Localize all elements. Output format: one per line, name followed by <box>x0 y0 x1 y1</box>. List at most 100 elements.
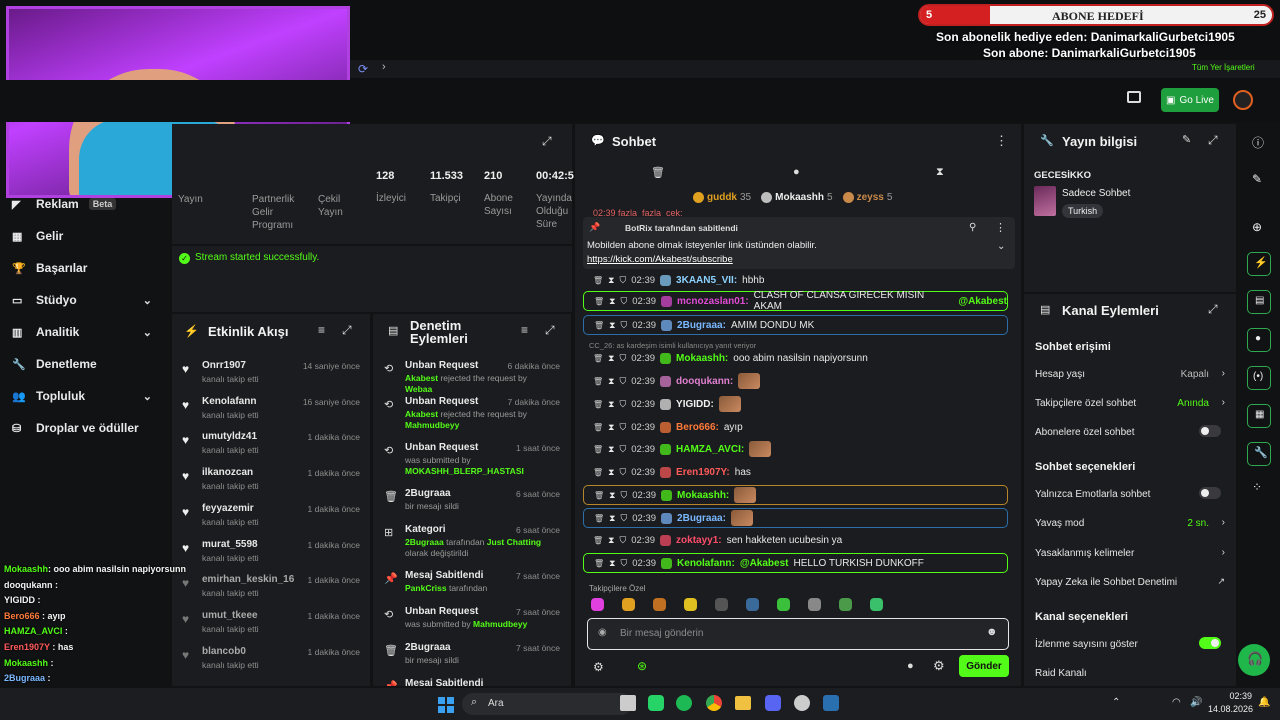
chat-username[interactable]: mcnozaslan01: <box>677 296 749 307</box>
sidebar-item-0[interactable]: ◤ Reklam Beta <box>0 188 172 220</box>
trash-icon[interactable]: 🗑 <box>593 400 603 409</box>
windows-start-icon[interactable] <box>438 697 454 713</box>
obs-icon[interactable] <box>823 695 839 711</box>
chat-username[interactable]: 2Bugraaa: <box>677 513 726 524</box>
ban-icon[interactable]: ⛉ <box>619 467 626 478</box>
emote-7-icon[interactable] <box>808 598 821 611</box>
filter-icon[interactable]: ≡ <box>318 323 325 337</box>
banned-words-row[interactable]: Yasaklanmış kelimeler › <box>1035 547 1225 559</box>
chat-username[interactable]: HAMZA_AVCI: <box>676 444 744 455</box>
avatar[interactable] <box>1233 90 1253 110</box>
chat-username[interactable]: 2Bugraaa: <box>677 320 726 331</box>
extension-icon[interactable]: ⟳ <box>358 62 368 76</box>
sidebar-item-5[interactable]: 🔧 Denetleme <box>0 348 172 380</box>
trash-icon[interactable]: 🗑 <box>593 354 603 363</box>
chat-username[interactable]: zoktayy1: <box>676 535 722 546</box>
trash-icon[interactable]: 🗑 <box>594 491 604 500</box>
expand-icon[interactable]: ⤢ <box>545 323 555 338</box>
ban-icon[interactable]: ⛉ <box>619 376 626 387</box>
actor-name[interactable]: Akabest <box>405 409 438 419</box>
emote-8-icon[interactable] <box>839 598 852 611</box>
sidebar-item-7[interactable]: ⛁ Droplar ve ödüller <box>0 412 172 444</box>
clock-time[interactable]: 02:39 <box>1218 691 1252 701</box>
mention[interactable]: @Akabest <box>958 296 1007 307</box>
taskbar-search[interactable]: ⌕ Ara <box>462 693 632 715</box>
ban-icon[interactable]: ⛉ <box>620 490 627 501</box>
timeout-icon[interactable]: ⧗ <box>608 399 614 410</box>
clock-date[interactable]: 14.08.2026 <box>1208 704 1253 714</box>
spotify-icon[interactable] <box>676 695 692 711</box>
follower-name[interactable]: feyyazemir <box>202 503 254 514</box>
emote-3-icon[interactable] <box>684 598 697 611</box>
kick-icon[interactable]: ⊛ <box>637 659 647 673</box>
filter-icon[interactable]: ≡ <box>521 323 528 337</box>
target-name[interactable]: Mahmudbeyy <box>473 619 527 629</box>
ban-icon[interactable]: ⛉ <box>619 535 626 546</box>
trash-icon[interactable]: 🗑 <box>593 468 603 477</box>
chat-rules-icon[interactable]: ● <box>907 660 914 672</box>
chat-username[interactable]: 3KAAN5_VII: <box>676 275 737 286</box>
edit-icon[interactable]: ✎ <box>1182 133 1191 146</box>
chevron-right-icon[interactable]: › <box>382 61 386 73</box>
trash-icon[interactable]: 🗑 <box>594 321 604 330</box>
chat-username[interactable]: Eren1907Y: <box>676 467 730 478</box>
emote-5-icon[interactable] <box>746 598 759 611</box>
timeout-icon[interactable]: ⧗ <box>608 535 614 546</box>
settings-icon[interactable]: ⚙ <box>933 658 945 674</box>
app-icon[interactable] <box>794 695 810 711</box>
ban-icon[interactable]: ⛉ <box>619 444 626 455</box>
mention[interactable]: @Akabest <box>740 558 789 569</box>
trash-icon[interactable]: 🗑 <box>593 377 603 386</box>
trash-icon[interactable]: 🗑 <box>593 536 603 545</box>
whatsapp-icon[interactable] <box>648 695 664 711</box>
follower-name[interactable]: murat_5598 <box>202 539 258 550</box>
timeout-icon[interactable]: ⧗ <box>609 490 615 501</box>
wifi-icon[interactable]: ◠ <box>1172 697 1181 708</box>
follower-name[interactable]: umutyldz41 <box>202 431 257 442</box>
timeout-icon[interactable]: ⧗ <box>608 444 614 455</box>
sidebar-item-4[interactable]: ▥ Analitik ⌄ <box>0 316 172 348</box>
target-name[interactable]: Webaa <box>405 384 432 394</box>
sidebar-item-1[interactable]: ▦ Gelir <box>0 220 172 252</box>
trash-icon[interactable]: 🗑 <box>594 297 604 306</box>
ban-icon[interactable]: ⛉ <box>620 296 627 307</box>
trash-icon[interactable]: 🗑 <box>593 423 603 432</box>
target-icon[interactable]: ⊕ <box>1252 220 1262 234</box>
notification-icon[interactable]: 🔔 <box>1258 697 1270 708</box>
trash-icon[interactable]: 🗑 <box>593 276 603 285</box>
volume-icon[interactable]: 🔊 <box>1190 697 1202 708</box>
send-button[interactable]: Gönder <box>959 655 1009 677</box>
actor-name[interactable]: Akabest <box>405 373 438 383</box>
expand-icon[interactable]: ⤢ <box>542 134 552 149</box>
follower-name[interactable]: Kenolafann <box>202 396 256 407</box>
emote-0-icon[interactable] <box>591 598 604 611</box>
ban-icon[interactable]: ⛉ <box>619 399 626 410</box>
folder-icon[interactable] <box>735 696 751 710</box>
trash-icon[interactable]: 🗑 <box>593 445 603 454</box>
emote-only-toggle[interactable] <box>1199 487 1221 499</box>
pencil-icon[interactable]: ✎ <box>1252 172 1262 186</box>
document-button[interactable]: ▤ <box>1247 290 1271 314</box>
info-icon[interactable]: ⓘ <box>1252 134 1264 151</box>
expand-icon[interactable]: ⤢ <box>1208 133 1218 148</box>
ban-icon[interactable]: ⛉ <box>620 513 627 524</box>
cast-icon[interactable] <box>1127 91 1141 103</box>
target-name[interactable]: Just Chatting <box>487 537 541 547</box>
actor-name[interactable]: PankCriss <box>405 583 447 593</box>
follower-name[interactable]: Onrr1907 <box>202 360 246 371</box>
extensions-icon[interactable]: ⚙ <box>593 660 604 674</box>
chat-username[interactable]: Bero666: <box>676 422 719 433</box>
sidebar-item-3[interactable]: ▭ Stüdyo ⌄ <box>0 284 172 316</box>
target-name[interactable]: Mahmudbeyy <box>405 420 459 430</box>
emote-9-icon[interactable] <box>870 598 883 611</box>
ban-icon[interactable]: ⛉ <box>620 320 627 331</box>
timeout-icon[interactable]: ⧗ <box>609 558 615 569</box>
emote-1-icon[interactable] <box>622 598 635 611</box>
chat-username[interactable]: Mokaashh: <box>677 490 729 501</box>
emote-6-icon[interactable] <box>777 598 790 611</box>
apps-icon[interactable]: ⁘ <box>1252 480 1262 494</box>
task-view-icon[interactable] <box>620 695 636 711</box>
follower-name[interactable]: ilkanozcan <box>202 467 253 478</box>
wrench-button[interactable]: 🔧 <box>1247 442 1271 466</box>
all-bookmarks[interactable]: Tüm Yer İşaretleri <box>1192 63 1255 72</box>
